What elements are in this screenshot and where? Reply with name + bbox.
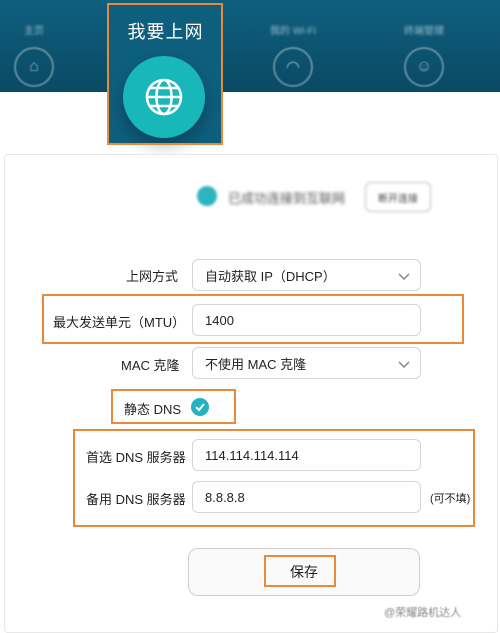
secondary-dns-optional-note: (可不填) xyxy=(430,493,471,505)
primary-dns-label: 首选 DNS 服务器 xyxy=(86,450,186,465)
static-dns-label: 静态 DNS xyxy=(124,402,182,417)
connection-mode-value: 自动获取 IP（DHCP） xyxy=(205,268,336,284)
primary-dns-input[interactable]: 114.114.114.114 xyxy=(192,439,421,471)
mac-clone-value: 不使用 MAC 克隆 xyxy=(205,356,307,372)
mtu-label: 最大发送单元（MTU） xyxy=(53,315,186,330)
disconnect-button[interactable]: 断开连接 xyxy=(365,182,431,212)
nav-item-devices[interactable]: 终端管理 ☺ xyxy=(384,22,464,87)
wifi-icon: ◠ xyxy=(273,47,313,87)
top-nav-bar: 主页 ⌂ 我的 Wi-Fi ◠ 终端管理 ☺ xyxy=(0,0,500,92)
primary-dns-value: 114.114.114.114 xyxy=(205,447,299,463)
connection-status-text: 已成功连接到互联网 xyxy=(228,191,346,206)
nav-item-home-label: 主页 xyxy=(24,26,44,37)
secondary-dns-label: 备用 DNS 服务器 xyxy=(86,492,186,507)
static-dns-checkbox[interactable] xyxy=(191,398,209,416)
secondary-dns-value: 8.8.8.8 xyxy=(205,489,245,505)
user-icon: ☺ xyxy=(404,47,444,87)
connection-mode-select[interactable]: 自动获取 IP（DHCP） xyxy=(192,259,421,291)
status-check-icon xyxy=(197,186,217,206)
highlight-box-save xyxy=(264,555,336,587)
chevron-down-icon xyxy=(398,273,410,281)
nav-item-wifi[interactable]: 我的 Wi-Fi ◠ xyxy=(253,22,333,87)
highlight-box-nav xyxy=(107,3,223,145)
mtu-value: 1400 xyxy=(205,312,234,328)
nav-item-home[interactable]: 主页 ⌂ xyxy=(0,22,74,87)
mtu-input[interactable]: 1400 xyxy=(192,304,421,336)
connection-mode-label: 上网方式 xyxy=(126,269,179,284)
chevron-down-icon xyxy=(398,361,410,369)
secondary-dns-input[interactable]: 8.8.8.8 xyxy=(192,481,421,513)
home-icon: ⌂ xyxy=(14,47,54,87)
check-icon xyxy=(195,403,205,412)
mac-clone-label: MAC 克隆 xyxy=(121,358,180,373)
watermark: @荣耀路机达人 xyxy=(384,607,462,619)
nav-item-devices-label: 终端管理 xyxy=(404,26,444,37)
mac-clone-select[interactable]: 不使用 MAC 克隆 xyxy=(192,347,421,379)
nav-item-wifi-label: 我的 Wi-Fi xyxy=(269,26,317,37)
